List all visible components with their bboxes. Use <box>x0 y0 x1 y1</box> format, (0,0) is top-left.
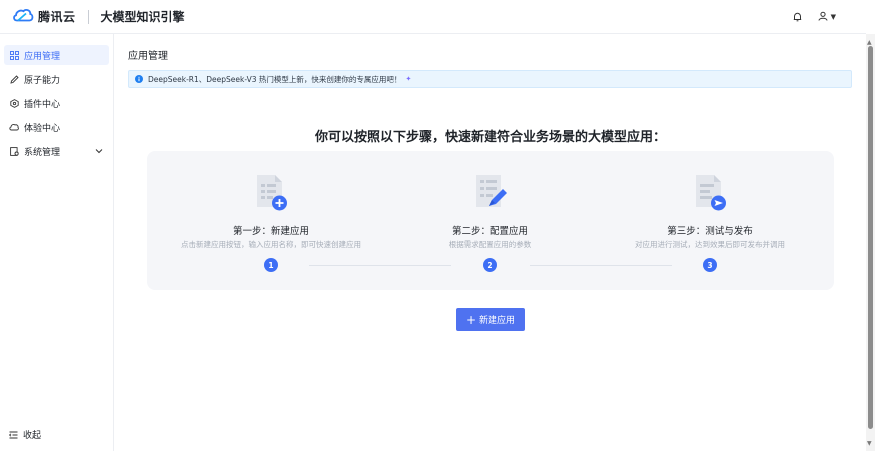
notice-banner: DeepSeek-R1、DeepSeek-V3 热门模型上新，快来创建你的专属应… <box>128 70 852 88</box>
step-test-publish: 第三步：测试与发布 对应用进行测试，达到效果后即可发布并调用 3 <box>596 151 824 290</box>
plugin-icon <box>9 98 19 108</box>
info-icon <box>135 75 143 83</box>
step-title: 第二步：配置应用 <box>451 226 528 237</box>
step-configure-app: 第二步：配置应用 根据需求配置应用的参数 2 <box>376 151 604 290</box>
sidebar-item-atomic-capability[interactable]: 原子能力 <box>4 69 109 89</box>
sidebar: 应用管理 原子能力 插件中心 体验中心 系统管理 收起 <box>0 34 114 451</box>
chevron-down-icon <box>95 147 103 157</box>
sidebar-item-plugin-center[interactable]: 插件中心 <box>4 93 109 113</box>
bell-icon[interactable] <box>793 12 802 22</box>
caret-down-icon: ▼ <box>830 13 836 21</box>
collapse-label: 收起 <box>23 431 42 441</box>
configure-app-icon <box>472 171 508 213</box>
sidebar-item-label: 原子能力 <box>24 75 61 86</box>
publish-app-icon <box>692 171 728 213</box>
cloud-logo-icon <box>12 8 34 25</box>
sidebar-item-system-management[interactable]: 系统管理 <box>4 141 109 161</box>
scroll-down-icon[interactable]: ▼ <box>867 440 872 447</box>
step-description: 对应用进行测试，达到效果后即可发布并调用 <box>635 240 785 249</box>
collapse-icon <box>9 431 18 439</box>
vertical-scrollbar[interactable]: ▲ ▼ <box>866 34 875 451</box>
new-app-icon <box>253 171 289 213</box>
collapse-sidebar-button[interactable]: 收起 <box>9 428 41 441</box>
steps-card: 第一步：新建应用 点击新建应用按钮，输入应用名称，即可快速创建应用 1 第二步：… <box>147 151 834 290</box>
notice-text: DeepSeek-R1、DeepSeek-V3 热门模型上新，快来创建你的专属应… <box>148 74 402 84</box>
top-header: 腾讯云 大模型知识引擎 ▼ <box>0 0 866 34</box>
new-app-button-label: 新建应用 <box>479 316 516 326</box>
sidebar-item-app-management[interactable]: 应用管理 <box>4 45 109 65</box>
main-content: 应用管理 DeepSeek-R1、DeepSeek-V3 热门模型上新，快来创建… <box>115 34 866 451</box>
grid-icon <box>9 50 19 60</box>
sidebar-item-label: 插件中心 <box>24 99 61 110</box>
new-app-button[interactable]: + 新建应用 <box>456 308 525 331</box>
settings-icon <box>9 146 19 156</box>
sidebar-item-label: 应用管理 <box>24 51 61 62</box>
step-number: 2 <box>483 258 497 272</box>
pen-icon <box>9 74 19 84</box>
header-divider <box>87 9 89 24</box>
header-actions: ▼ <box>793 0 836 34</box>
sidebar-item-label: 系统管理 <box>24 147 61 158</box>
page-title: 应用管理 <box>128 51 168 62</box>
step-number: 1 <box>264 258 278 272</box>
scroll-up-icon[interactable]: ▲ <box>867 39 872 46</box>
step-description: 点击新建应用按钮，输入应用名称，即可快速创建应用 <box>181 240 361 249</box>
brand-name: 腾讯云 <box>38 10 76 24</box>
scroll-thumb[interactable] <box>868 46 873 429</box>
user-icon <box>818 11 828 24</box>
step-title: 第一步：新建应用 <box>232 226 309 237</box>
step-number: 3 <box>703 258 717 272</box>
plus-icon: + <box>465 312 477 327</box>
step-title: 第三步：测试与发布 <box>667 226 753 237</box>
sidebar-item-experience-center[interactable]: 体验中心 <box>4 117 109 137</box>
sparkle-icon: ✦ <box>405 75 412 83</box>
product-title: 大模型知识引擎 <box>100 10 185 24</box>
brand-logo[interactable]: 腾讯云 <box>12 8 76 25</box>
step-description: 根据需求配置应用的参数 <box>448 240 532 249</box>
step-new-app: 第一步：新建应用 点击新建应用按钮，输入应用名称，即可快速创建应用 1 <box>157 151 385 290</box>
cloud-icon <box>9 122 19 132</box>
user-menu[interactable]: ▼ <box>818 11 836 24</box>
steps-headline: 你可以按照以下步骤，快速新建符合业务场景的大模型应用： <box>314 130 666 145</box>
sidebar-item-label: 体验中心 <box>24 123 61 134</box>
